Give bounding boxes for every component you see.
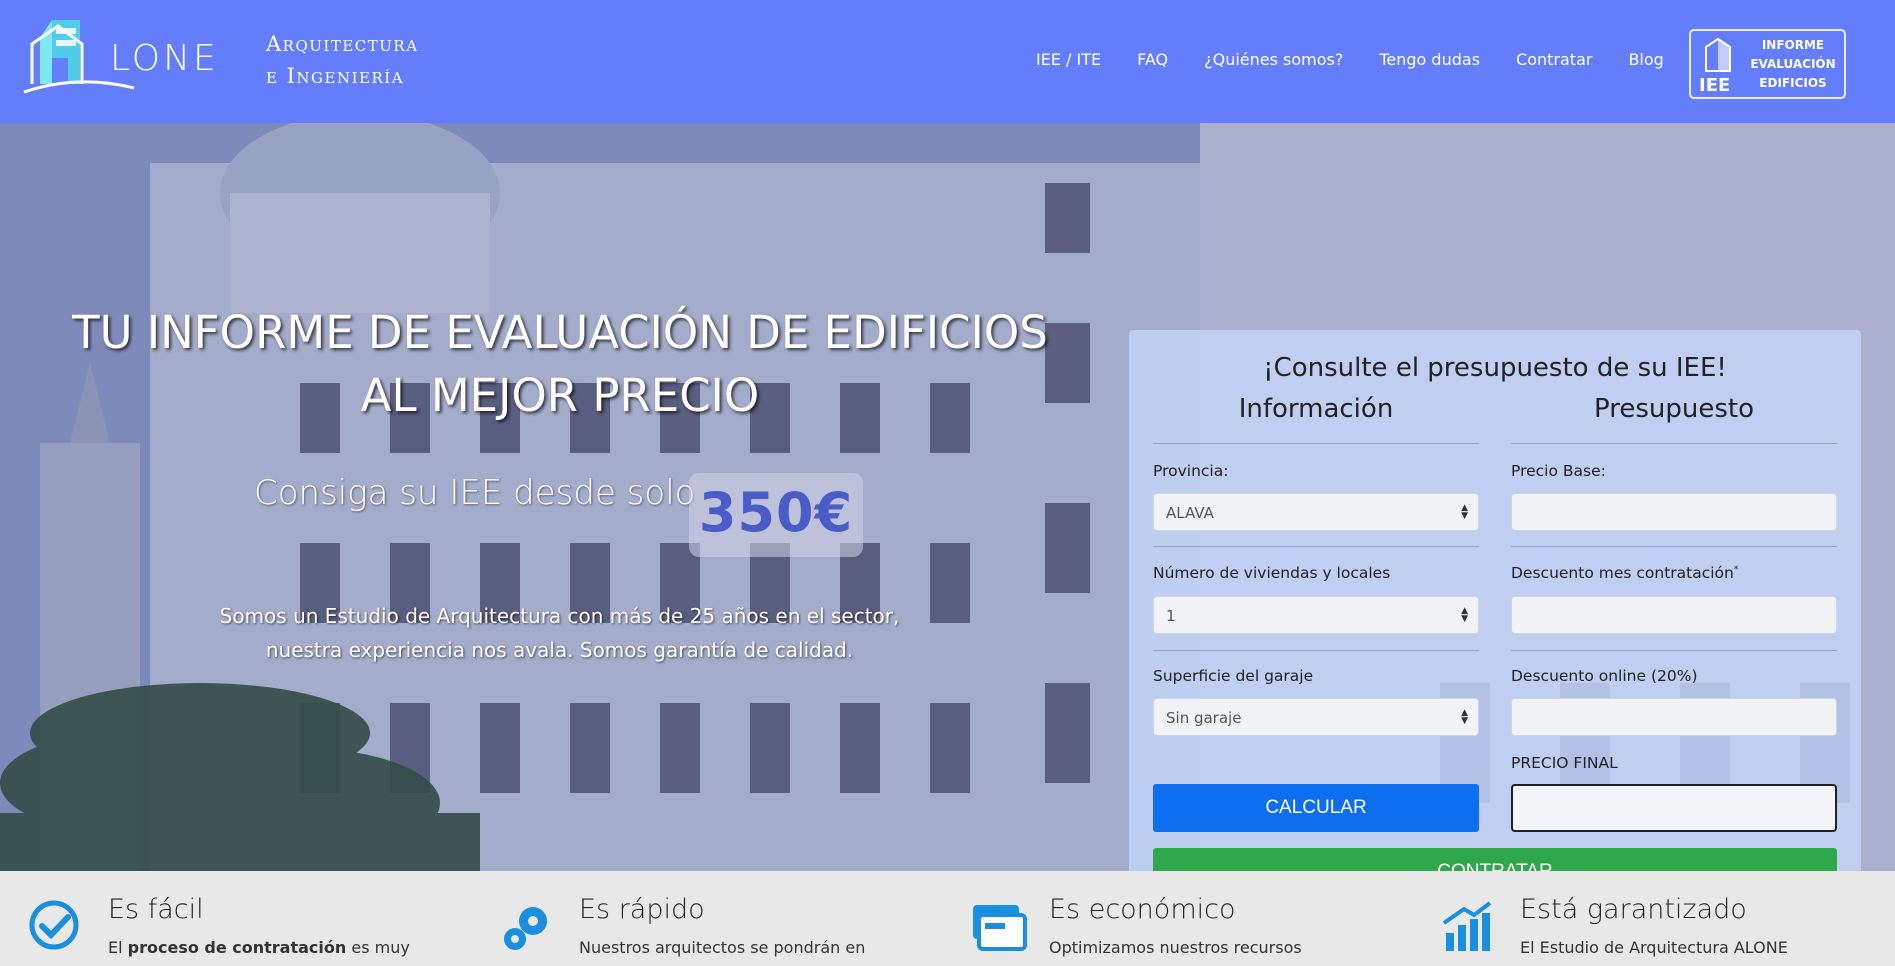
- alone-logo[interactable]: LONE: [18, 14, 248, 96]
- viviendas-value: 1: [1166, 607, 1176, 625]
- badge-line3: EDIFICIOS: [1759, 76, 1827, 90]
- col-informacion: Información: [1238, 394, 1394, 424]
- viviendas-select[interactable]: 1 ▲ ▼: [1153, 596, 1479, 634]
- logo-tagline: Arquitectura e Ingeniería: [266, 28, 419, 92]
- divider: [1511, 650, 1837, 651]
- nav-tengo-dudas[interactable]: Tengo dudas: [1379, 50, 1480, 69]
- precio-final-field[interactable]: [1511, 784, 1837, 832]
- descuento-online-field[interactable]: [1511, 698, 1837, 736]
- site-header: LONE Arquitectura e Ingeniería IEE / ITE…: [0, 0, 1895, 123]
- descuento-mes-label: Descuento mes contratación*: [1511, 564, 1738, 582]
- iee-badge[interactable]: IEE INFORME EVALUACIÓN EDIFICIOS: [1689, 29, 1846, 99]
- logo-text: LONE: [110, 38, 219, 79]
- nav-iee-ite[interactable]: IEE / ITE: [1036, 50, 1101, 69]
- gears-icon: [504, 907, 547, 950]
- precio-final-label: PRECIO FINAL: [1511, 754, 1618, 772]
- features-strip: Es fácil El proceso de contratación es m…: [0, 871, 1895, 966]
- hero-section: TU INFORME DE EVALUACIÓN DE EDIFICIOS AL…: [0, 123, 1895, 871]
- select-arrows-icon: ▲ ▼: [1461, 708, 1468, 726]
- hero-headline: TU INFORME DE EVALUACIÓN DE EDIFICIOS AL…: [40, 301, 1080, 427]
- viviendas-label: Número de viviendas y locales: [1153, 564, 1391, 582]
- credit-card-icon: [973, 905, 1027, 951]
- feature-text: El proceso de contratación es muy: [108, 938, 410, 957]
- feature-text: Nuestros arquitectos se pondrán en: [579, 938, 866, 957]
- provincia-select[interactable]: ALAVA ▲ ▼: [1153, 493, 1479, 531]
- main-nav: IEE / ITE FAQ ¿Quiénes somos? Tengo duda…: [1036, 50, 1700, 69]
- hero-subtitle: Somos un Estudio de Arquitectura con más…: [152, 599, 967, 667]
- precio-base-label: Precio Base:: [1511, 462, 1606, 480]
- descuento-online-label: Descuento online (20%): [1511, 667, 1698, 685]
- feature-text: Optimizamos nuestros recursos: [1049, 938, 1302, 957]
- subtitle-line2: nuestra experiencia nos avala. Somos gar…: [265, 638, 854, 662]
- headline-line2: AL MEJOR PRECIO: [360, 369, 760, 422]
- headline-line1: TU INFORME DE EVALUACIÓN DE EDIFICIOS: [72, 306, 1048, 359]
- precio-base-field[interactable]: [1511, 493, 1837, 531]
- feature-title: Es rápido: [579, 894, 705, 925]
- garaje-label: Superficie del garaje: [1153, 667, 1314, 685]
- garaje-value: Sin garaje: [1166, 709, 1242, 727]
- descuento-mes-field[interactable]: [1511, 596, 1837, 634]
- divider: [1153, 650, 1479, 651]
- divider: [1511, 546, 1837, 547]
- garaje-select[interactable]: Sin garaje ▲ ▼: [1153, 698, 1479, 736]
- divider: [1153, 546, 1479, 547]
- select-arrows-icon: ▲ ▼: [1461, 606, 1468, 624]
- nav-quienes-somos[interactable]: ¿Quiénes somos?: [1204, 50, 1343, 69]
- tagline-line2: e Ingeniería: [266, 64, 405, 88]
- price-badge: 350€: [689, 473, 863, 557]
- badge-text: INFORME EVALUACIÓN EDIFICIOS: [1745, 36, 1841, 93]
- check-circle-icon: [29, 900, 79, 950]
- badge-line2: EVALUACIÓN: [1750, 57, 1836, 71]
- feature-title: Está garantizado: [1520, 894, 1747, 925]
- feature-title: Es económico: [1049, 894, 1236, 925]
- nav-faq[interactable]: FAQ: [1137, 50, 1168, 69]
- subtitle-line1: Somos un Estudio de Arquitectura con más…: [219, 604, 900, 628]
- feature-text: El Estudio de Arquitectura ALONE: [1520, 938, 1788, 957]
- price-prefix: Consiga su IEE desde solo: [254, 473, 696, 513]
- divider: [1511, 443, 1837, 444]
- descuento-mes-mark: *: [1733, 564, 1739, 575]
- badge-iee: IEE: [1699, 75, 1731, 96]
- divider: [1153, 443, 1479, 444]
- growth-chart-icon: [1442, 901, 1492, 951]
- provincia-value: ALAVA: [1166, 504, 1214, 522]
- price-value: 350€: [698, 481, 854, 544]
- feature-title: Es fácil: [108, 894, 204, 925]
- calcular-button[interactable]: CALCULAR: [1153, 784, 1479, 832]
- badge-line1: INFORME: [1761, 38, 1825, 52]
- quote-title: ¡Consulte el presupuesto de su IEE!: [1263, 353, 1727, 383]
- building-icon: [1705, 37, 1731, 72]
- provincia-label: Provincia:: [1153, 462, 1229, 480]
- nav-contratar[interactable]: Contratar: [1516, 50, 1592, 69]
- descuento-mes-text: Descuento mes contratación: [1511, 564, 1734, 582]
- contratar-button[interactable]: CONTRATAR: [1153, 848, 1837, 871]
- nav-blog[interactable]: Blog: [1628, 50, 1663, 69]
- col-presupuesto: Presupuesto: [1594, 394, 1754, 424]
- tagline-line1: Arquitectura: [266, 32, 419, 56]
- select-arrows-icon: ▲ ▼: [1461, 503, 1468, 521]
- quote-panel: ¡Consulte el presupuesto de su IEE! Info…: [1129, 330, 1861, 871]
